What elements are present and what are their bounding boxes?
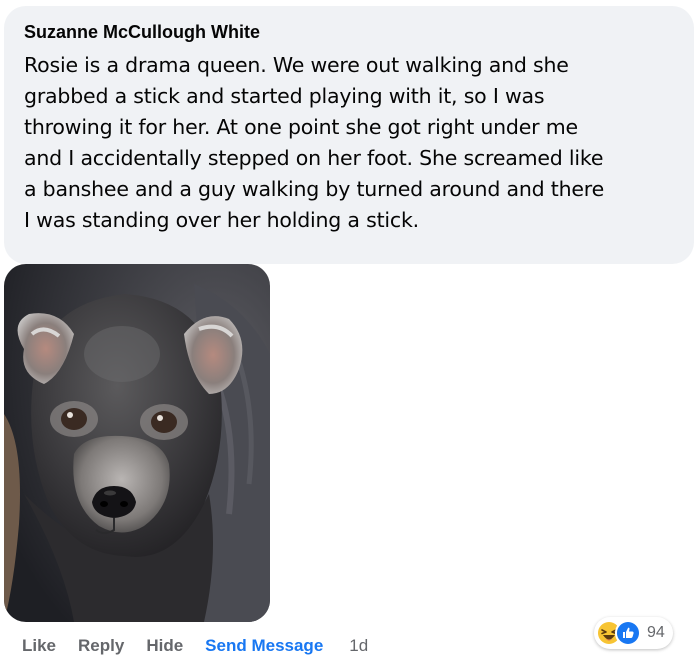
dog-photo-image	[4, 264, 270, 622]
comment-author[interactable]: Suzanne McCullough White	[24, 20, 260, 44]
send-message-button[interactable]: Send Message	[205, 636, 323, 656]
comment-bubble: Suzanne McCullough White Rosie is a dram…	[4, 6, 694, 264]
comment-container: Suzanne McCullough White Rosie is a dram…	[0, 0, 700, 665]
comment-text: Rosie is a drama queen. We were out walk…	[24, 53, 604, 232]
reply-button[interactable]: Reply	[78, 636, 124, 656]
comment-actions: Like Reply Hide Send Message 1d	[22, 633, 368, 659]
like-button[interactable]: Like	[22, 636, 56, 656]
reaction-count: 94	[647, 624, 665, 641]
reactions-summary[interactable]: 94	[594, 617, 673, 649]
like-icon	[615, 620, 641, 646]
hide-button[interactable]: Hide	[146, 636, 183, 656]
comment-timestamp[interactable]: 1d	[349, 636, 368, 656]
comment-photo[interactable]	[4, 264, 270, 622]
